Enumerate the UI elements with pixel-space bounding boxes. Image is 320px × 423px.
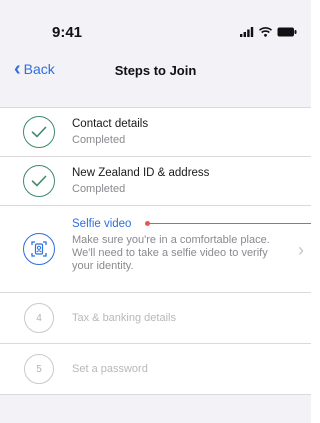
step-description: Make sure you're in a comfortable place.…: [72, 234, 270, 272]
chevron-right-icon: ›: [298, 240, 304, 260]
step-title: New Zealand ID & address: [72, 167, 210, 179]
step-status: Completed: [72, 183, 126, 195]
step-row-set-password: 5 Set a password: [0, 344, 311, 394]
step-row-tax-banking: 4 Tax & banking details: [0, 293, 311, 344]
step-number: 5: [36, 363, 42, 375]
phone-screen: 9:41 ‹ Back Steps to Join Contact detail…: [0, 0, 311, 423]
step-row-contact-details[interactable]: Contact details Completed: [0, 108, 311, 157]
status-icons: [240, 27, 297, 37]
completed-status-icon: [23, 116, 55, 148]
cellular-signal-icon: [240, 27, 254, 37]
step-number: 4: [36, 312, 42, 324]
active-step-icon: [23, 233, 55, 265]
step-row-nz-id-address[interactable]: New Zealand ID & address Completed: [0, 157, 311, 206]
completed-status-icon: [23, 165, 55, 197]
step-status: Completed: [72, 134, 126, 146]
step-title: Selfie video: [72, 218, 132, 230]
battery-icon: [277, 27, 297, 37]
status-bar: 9:41: [0, 0, 311, 50]
checkmark-icon: [31, 126, 47, 138]
step-number-badge: 5: [24, 354, 54, 384]
page-title: Steps to Join: [114, 63, 197, 78]
selfie-scan-icon: [31, 241, 47, 257]
step-title: Set a password: [72, 363, 148, 375]
step-title: Tax & banking details: [72, 312, 176, 324]
step-title: Contact details: [72, 118, 149, 130]
step-row-selfie-video[interactable]: Selfie video Make sure you're in a comfo…: [0, 206, 311, 293]
steps-list: Contact details Completed New Zealand ID…: [0, 107, 311, 395]
status-time: 9:41: [52, 24, 83, 41]
step-number-badge: 4: [24, 303, 54, 333]
wifi-icon: [259, 27, 272, 37]
navigation-bar: ‹ Back Steps to Join: [0, 54, 311, 90]
checkmark-icon: [31, 175, 47, 187]
annotation-pointer-line: [148, 223, 311, 224]
